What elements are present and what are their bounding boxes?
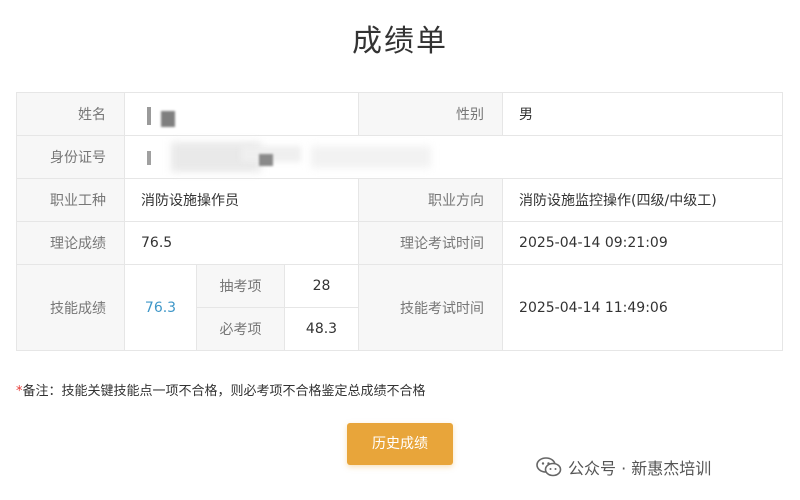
- redacted-id-number: [141, 142, 471, 172]
- table-row: 身份证号: [16, 135, 784, 179]
- watermark-text: 公众号 · 新惠杰培训: [568, 459, 712, 478]
- remark-text: 备注：技能关键技能点一项不合格，则必考项不合格鉴定总成绩不合格: [22, 384, 426, 399]
- redacted-name: [141, 101, 201, 127]
- skill-score-label: 技能成绩: [16, 264, 125, 351]
- table-row: 技能成绩 76.3 抽考项 28 技能考试时间 2025-04-14 11:49…: [16, 264, 784, 351]
- table-row: 职业工种 消防设施操作员 职业方向 消防设施监控操作(四级/中级工): [16, 178, 784, 222]
- history-score-button[interactable]: 历史成绩: [347, 423, 453, 465]
- direction-label: 职业方向: [358, 178, 504, 222]
- theory-time-value: 2025-04-14 09:21:09: [502, 221, 784, 265]
- gender-value: 男: [502, 92, 784, 136]
- occupation-value: 消防设施操作员: [123, 178, 360, 222]
- score-table: 姓名 性别 男 身份证号 职业工种 消防设施操作员 职业方向 消防设施监控操作(…: [16, 92, 784, 351]
- random-item-value: 28: [283, 264, 360, 308]
- table-row: 姓名 性别 男: [16, 92, 784, 136]
- wechat-icon: [536, 457, 562, 477]
- direction-value: 消防设施监控操作(四级/中级工): [502, 178, 784, 222]
- wechat-watermark: 公众号 · 新惠杰培训: [536, 452, 711, 482]
- required-item-value: 48.3: [283, 307, 360, 351]
- skill-score-value: 76.3: [124, 264, 197, 351]
- table-row: 理论成绩 76.5 理论考试时间 2025-04-14 09:21:09: [16, 221, 784, 265]
- theory-score-label: 理论成绩: [16, 221, 125, 265]
- occupation-label: 职业工种: [16, 178, 125, 222]
- skill-time-value: 2025-04-14 11:49:06: [502, 264, 784, 351]
- page-title: 成绩单: [352, 24, 448, 59]
- theory-score-value: 76.5: [123, 221, 360, 265]
- skill-time-label: 技能考试时间: [358, 264, 504, 351]
- required-item-label: 必考项: [196, 307, 285, 351]
- score-report-page: 成绩单 姓名 性别 男 身份证号 职业工种 消防设施操作员 职业方向 消防设施监…: [0, 0, 800, 500]
- id-number-label: 身份证号: [16, 135, 125, 179]
- theory-time-label: 理论考试时间: [358, 221, 504, 265]
- name-value: [123, 92, 360, 136]
- id-number-value: [123, 135, 784, 179]
- name-label: 姓名: [16, 92, 125, 136]
- gender-label: 性别: [358, 92, 504, 136]
- remark-note: *备注：技能关键技能点一项不合格，则必考项不合格鉴定总成绩不合格: [16, 380, 426, 399]
- random-item-label: 抽考项: [196, 264, 285, 308]
